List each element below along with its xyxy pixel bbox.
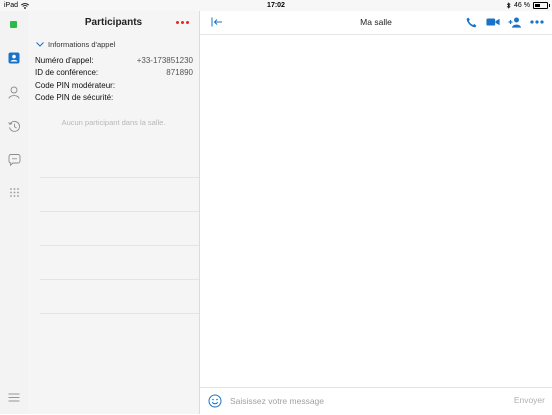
status-bar: iPad 17:02 46 %: [0, 0, 552, 11]
list-divider: [40, 313, 199, 314]
video-camera-icon: [486, 18, 500, 26]
more-dot-icon: [176, 20, 179, 24]
add-person-icon: [508, 17, 521, 28]
emoji-icon[interactable]: [208, 394, 222, 408]
participants-panel: Participants Informations d'appel Numéro…: [28, 11, 200, 414]
more-dot-icon: [181, 20, 184, 24]
rail-item-recent[interactable]: [6, 118, 22, 134]
conversation-header: Ma salle: [200, 11, 552, 35]
person-icon: [8, 86, 20, 99]
rail-item-contacts[interactable]: [6, 50, 22, 66]
hamburger-menu-icon: [8, 393, 20, 401]
rail-item-dialpad[interactable]: [6, 184, 22, 200]
more-dot-icon: [186, 20, 189, 24]
call-info-row: ID de conférence: 871890: [35, 67, 193, 80]
message-input[interactable]: [230, 393, 500, 409]
recent-history-icon: [7, 120, 20, 132]
moderator-pin-label: Code PIN modérateur:: [35, 80, 116, 90]
participants-more-button[interactable]: [176, 17, 189, 27]
add-participant-button[interactable]: [508, 16, 522, 28]
call-info-row: Numéro d'appel: +33-173851230: [35, 54, 193, 67]
conference-id-value[interactable]: 871890: [166, 68, 193, 77]
conversation-actions: [464, 16, 544, 28]
bluetooth-icon: [506, 2, 511, 9]
call-number-value[interactable]: +33-173851230: [137, 56, 193, 65]
chat-bubble-icon: [8, 154, 20, 166]
rail-item-person[interactable]: [6, 84, 22, 100]
presence-status-icon[interactable]: [10, 21, 17, 28]
security-pin-label: Code PIN de sécurité:: [35, 93, 114, 103]
rail-item-chat[interactable]: [6, 152, 22, 168]
navigation-rail: [0, 11, 29, 414]
conversation-area: [200, 35, 552, 387]
phone-icon: [466, 17, 476, 27]
battery-icon: [533, 2, 550, 9]
call-info-section-toggle[interactable]: Informations d'appel: [28, 37, 199, 51]
chevron-down-icon: [36, 41, 44, 47]
conference-id-label: ID de conférence:: [35, 68, 99, 78]
more-icon: [530, 20, 544, 24]
call-info-list: Numéro d'appel: +33-173851230 ID de conf…: [35, 54, 193, 104]
dialpad-icon: [9, 187, 19, 197]
clock: 17:02: [267, 2, 285, 9]
video-call-button[interactable]: [486, 16, 500, 28]
message-composer: Envoyer: [200, 387, 552, 415]
call-info-row: Code PIN de sécurité:: [35, 92, 193, 105]
participants-header: Participants: [28, 11, 199, 34]
rail-menu-button[interactable]: [6, 389, 22, 405]
battery-percent: 46 %: [514, 2, 530, 9]
conversation-more-button[interactable]: [530, 16, 544, 28]
call-info-row: Code PIN modérateur:: [35, 79, 193, 92]
status-bar-right: 46 %: [506, 0, 550, 11]
participants-title: Participants: [84, 17, 143, 28]
contacts-card-icon: [8, 52, 20, 64]
list-divider: [40, 177, 199, 178]
empty-participants-message: Aucun participant dans la salle.: [61, 118, 166, 127]
send-button[interactable]: Envoyer: [514, 395, 545, 405]
list-divider: [40, 279, 199, 280]
list-divider: [40, 245, 199, 246]
call-number-label: Numéro d'appel:: [35, 55, 94, 65]
list-divider: [40, 211, 199, 212]
call-button[interactable]: [464, 16, 478, 28]
call-info-section-label: Informations d'appel: [48, 39, 116, 49]
